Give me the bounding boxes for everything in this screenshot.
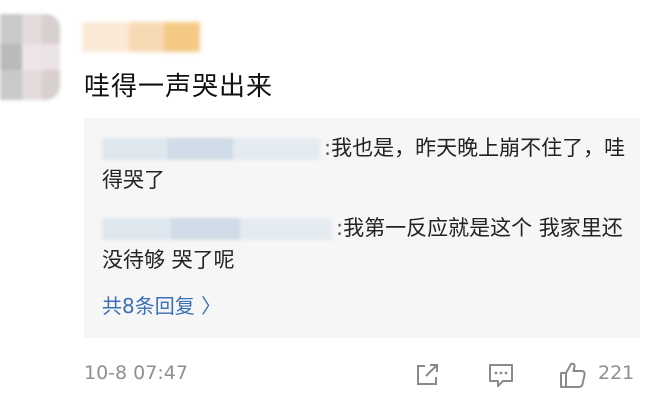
thumbs-up-icon[interactable] bbox=[558, 360, 588, 390]
comment-text: 哇得一声哭出来 bbox=[84, 72, 274, 102]
view-more-replies-link[interactable]: 共8条回复 〉 bbox=[102, 290, 221, 319]
share-icon[interactable] bbox=[412, 360, 442, 390]
reply-author-blurred[interactable] bbox=[102, 138, 320, 160]
avatar[interactable] bbox=[0, 14, 60, 100]
comment-icon[interactable] bbox=[486, 360, 516, 390]
timestamp: 10-8 07:47 bbox=[84, 362, 188, 384]
comment-footer: 10-8 07:47 221 bbox=[84, 358, 640, 392]
username-blurred[interactable] bbox=[82, 22, 200, 52]
replies-panel: :我也是，昨天晚上崩不住了，哇得哭了 :我第一反应就是这个 我家里还没待够 哭了… bbox=[84, 118, 640, 338]
reply-item: :我也是，昨天晚上崩不住了，哇得哭了 bbox=[102, 132, 632, 196]
reply-item: :我第一反应就是这个 我家里还没待够 哭了呢 bbox=[102, 212, 632, 276]
reply-author-blurred[interactable] bbox=[102, 218, 332, 240]
like-count: 221 bbox=[598, 362, 635, 384]
